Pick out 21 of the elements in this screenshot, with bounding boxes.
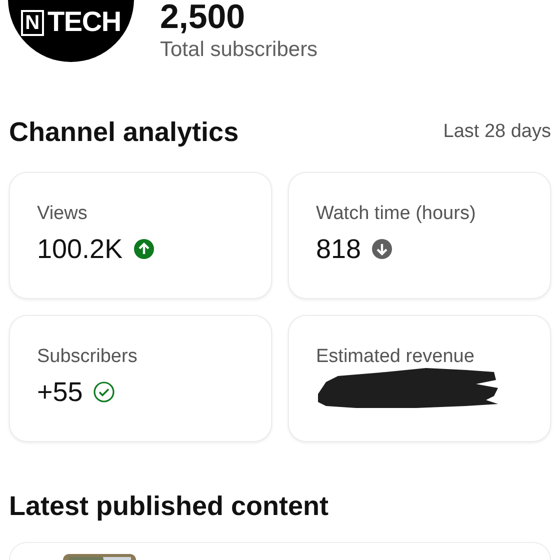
metric-label: Watch time (hours): [316, 202, 477, 224]
metric-value: +55: [37, 376, 83, 408]
metric-label: Estimated revenue: [316, 346, 476, 368]
section-title: Latest published content: [9, 490, 329, 520]
metric-label: Views: [37, 202, 88, 224]
metric-card[interactable]: Estimated revenue: [288, 314, 551, 442]
check-circle-icon: [92, 380, 115, 402]
logo-letter: N: [21, 10, 44, 36]
period-label: Last 28 days: [443, 120, 551, 144]
metric-card[interactable]: Watch time (hours) 818: [288, 172, 551, 298]
section-title: Channel analytics: [9, 116, 239, 149]
metric-value: 100.2K: [37, 232, 123, 264]
metric-value: 818: [316, 232, 362, 264]
metric-card[interactable]: Views 100.2K: [9, 172, 272, 298]
metric-card[interactable]: Subscribers +55: [9, 314, 272, 442]
subscriber-count: 2,500: [160, 0, 246, 34]
logo-word: TECH: [48, 8, 121, 36]
arrow-down-icon: [371, 238, 394, 260]
metric-label: Subscribers: [37, 346, 138, 368]
subscriber-label: Total subscribers: [160, 38, 318, 62]
arrow-up-icon: [132, 238, 155, 260]
